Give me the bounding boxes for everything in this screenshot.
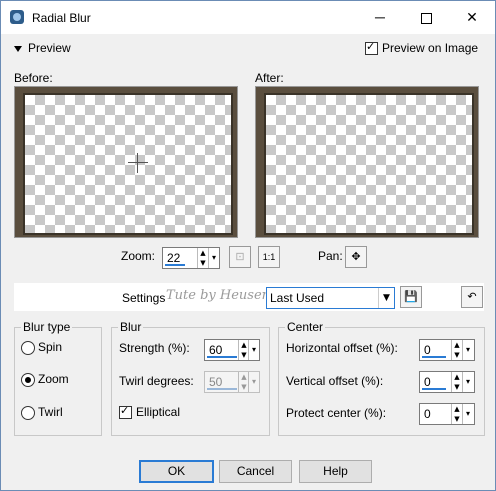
twirl-degrees-value: 50 [209,375,223,389]
checkbox-check-icon [365,40,378,56]
horizontal-offset-dropdown-icon[interactable]: ▾ [462,340,473,360]
strength-slider-bar[interactable] [207,356,237,358]
protect-center-value: 0 [424,407,431,421]
ok-button[interactable]: OK [139,460,214,483]
zoom-spinner[interactable]: ▲ ▼ [197,248,208,268]
elliptical-checkbox[interactable]: Elliptical [119,404,181,420]
horizontal-offset-spinner[interactable]: ▲ ▼ [451,340,462,360]
after-label: After: [255,71,284,85]
radio-spin[interactable]: Spin [21,340,62,355]
zoom-slider-bar[interactable] [165,264,185,266]
radio-spin-label: Spin [38,340,63,354]
pan-label: Pan: [318,249,343,263]
preset-value: Last Used [270,291,325,305]
after-preview-image [264,93,474,235]
before-preview-image [23,93,233,235]
radio-twirl-label: Twirl [38,405,63,419]
preset-select[interactable]: Last Used ▼ [266,287,395,309]
blur-type-title: Blur type [21,320,73,334]
preview-on-image-label: Preview on Image [382,41,479,55]
radio-zoom-icon [21,372,35,387]
horizontal-offset-input[interactable]: 0 ▲ ▼ ▾ [419,339,475,361]
strength-label: Strength (%): [119,341,190,355]
help-button[interactable]: Help [299,460,372,483]
elliptical-check-icon [119,404,132,420]
zoom-value: 22 [167,251,181,265]
vertical-offset-value: 0 [424,375,431,389]
radio-zoom[interactable]: Zoom [21,372,69,387]
radial-blur-dialog: Radial Blur ─ ✕ Preview Preview on Image… [0,0,496,491]
protect-center-dropdown-icon[interactable]: ▾ [462,404,473,424]
save-preset-icon[interactable]: 💾 [400,286,422,308]
protect-center-input[interactable]: 0 ▲ ▼ ▾ [419,403,475,425]
horizontal-offset-value: 0 [424,343,431,357]
protect-center-label: Protect center (%): [286,406,387,420]
zoom-dropdown-icon[interactable]: ▾ [208,248,219,268]
app-icon [10,10,24,24]
preview-toggle-label: Preview [28,41,71,55]
radio-spin-icon [21,340,35,355]
vertical-offset-slider-bar[interactable] [422,388,446,390]
preview-on-image-checkbox[interactable]: Preview on Image [365,40,479,56]
maximize-icon [420,12,432,24]
minimize-button[interactable]: ─ [357,1,403,34]
zoom-input[interactable]: 22 ▲ ▼ ▾ [162,247,220,269]
vertical-offset-label: Vertical offset (%): [286,374,384,388]
vertical-offset-dropdown-icon[interactable]: ▾ [462,372,473,392]
radio-twirl-icon [21,405,35,420]
before-preview-pane[interactable] [14,86,238,238]
center-crosshair-icon[interactable] [128,162,148,163]
collapse-triangle-icon [14,45,22,52]
zoom-fit-button[interactable]: ⊡ [229,246,251,268]
cancel-button[interactable]: Cancel [219,460,292,483]
title-bar[interactable]: Radial Blur ─ ✕ [1,1,495,34]
vertical-offset-input[interactable]: 0 ▲ ▼ ▾ [419,371,475,393]
strength-input[interactable]: 60 ▲ ▼ ▾ [204,339,260,361]
close-button[interactable]: ✕ [449,1,495,34]
twirl-degrees-label: Twirl degrees: [119,374,194,388]
center-crosshair-vertical [137,153,138,173]
zoom-label: Zoom: [121,249,156,263]
zoom-actual-size-button[interactable]: 1:1 [258,246,280,268]
maximize-button[interactable] [403,1,449,34]
chevron-down-icon[interactable]: ▼ [378,288,394,308]
elliptical-label: Elliptical [136,405,181,419]
before-label: Before: [14,71,53,85]
center-title: Center [285,320,326,334]
radio-zoom-label: Zoom [38,372,69,386]
pan-move-icon[interactable]: ✥ [345,246,367,268]
horizontal-offset-slider-bar[interactable] [422,356,446,358]
preview-toggle[interactable]: Preview [14,41,71,55]
twirl-slider-bar[interactable] [207,388,237,390]
twirl-dropdown-icon[interactable]: ▾ [248,372,259,392]
window-title: Radial Blur [32,11,91,25]
radio-twirl[interactable]: Twirl [21,405,63,420]
after-preview-pane [255,86,479,238]
reset-defaults-icon[interactable]: ↶ [461,286,483,308]
twirl-degrees-input[interactable]: 50 ▲ ▼ ▾ [204,371,260,393]
strength-value: 60 [209,343,223,357]
protect-center-spinner[interactable]: ▲ ▼ [451,404,462,424]
settings-label: Settings [122,291,166,305]
strength-dropdown-icon[interactable]: ▾ [248,340,259,360]
vertical-offset-spinner[interactable]: ▲ ▼ [451,372,462,392]
blur-title: Blur [118,320,144,334]
horizontal-offset-label: Horizontal offset (%): [286,341,398,355]
